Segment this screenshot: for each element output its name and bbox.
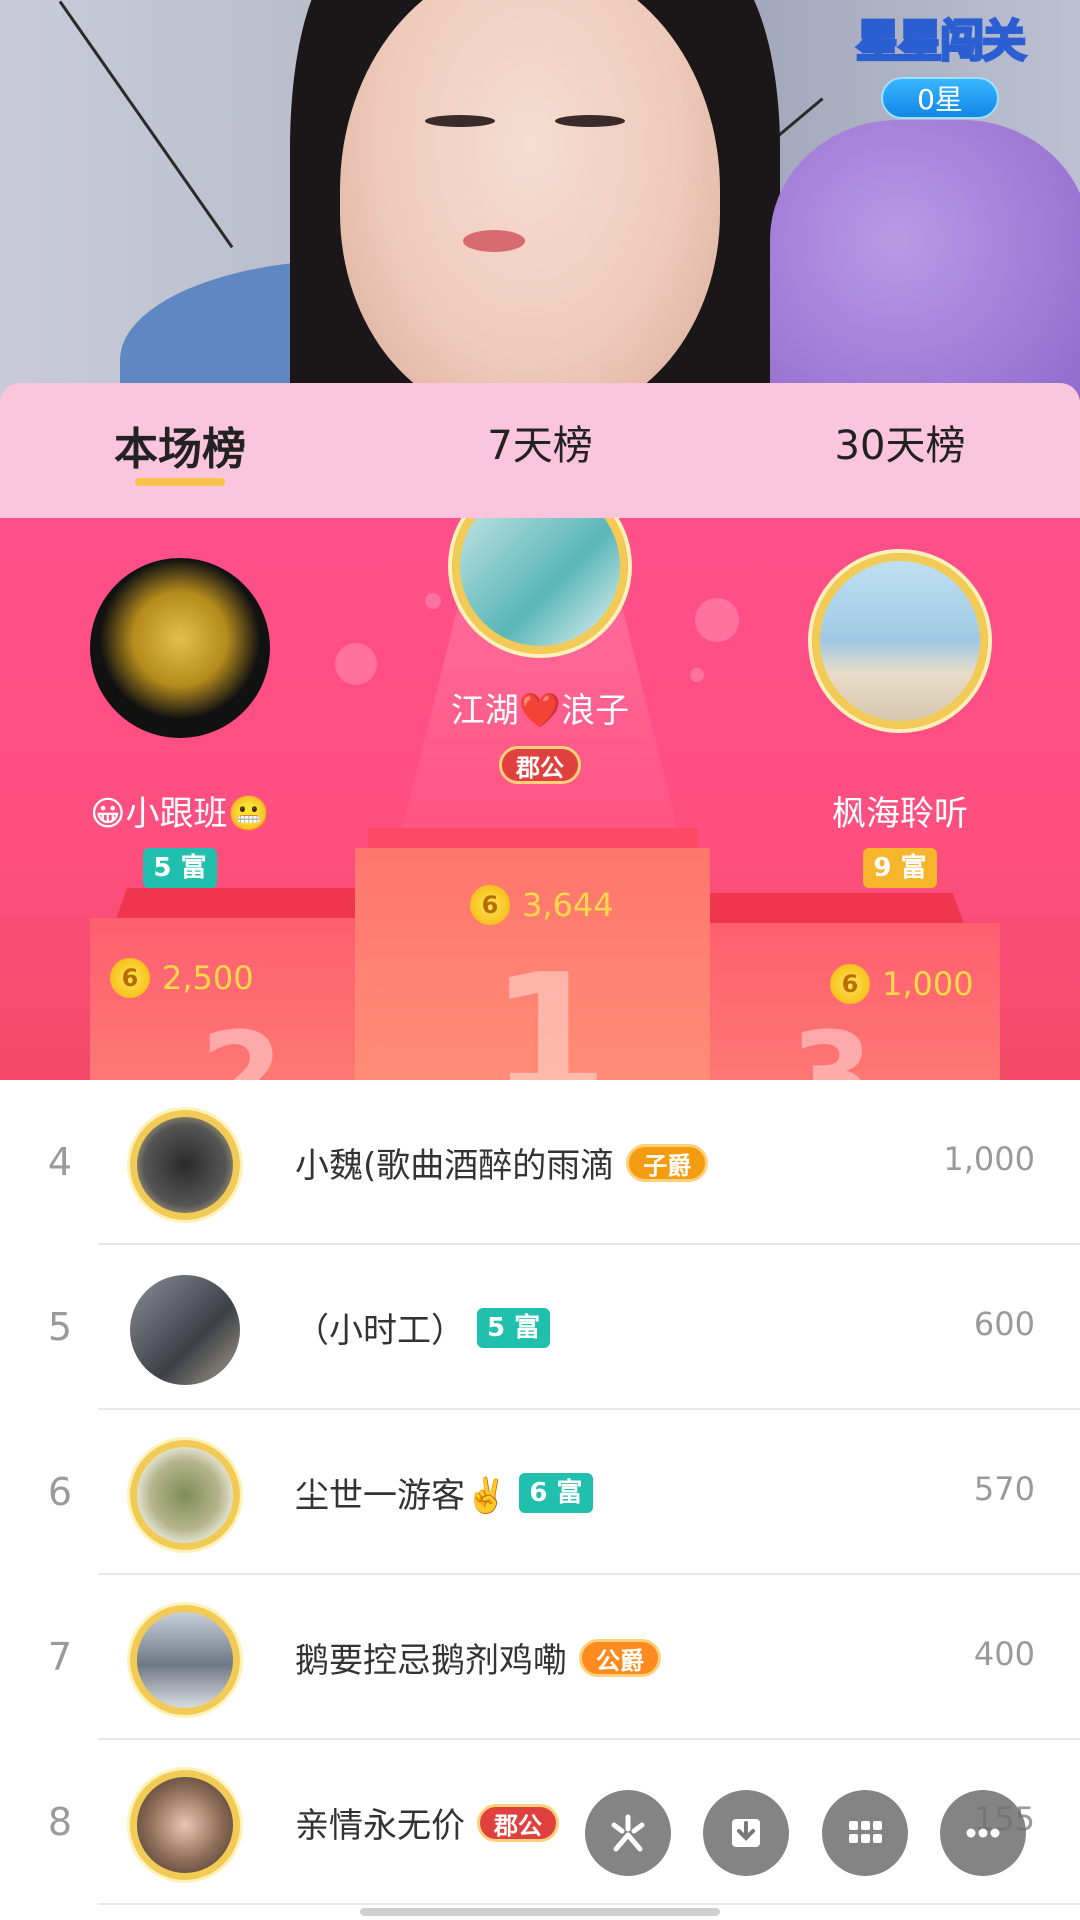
ranking-list[interactable]: 4 小魏(歌曲酒醉的雨滴 子爵 1,000 5 （小时工） 5 富 600 6 … bbox=[0, 1080, 1080, 1920]
list-item[interactable]: 7 鹅要控忌鹅剂鸡嘞 公爵 400 bbox=[0, 1575, 1080, 1740]
user-score: 1,000 bbox=[943, 1140, 1035, 1178]
tab-7-days[interactable]: 7天榜 bbox=[360, 383, 720, 518]
streamer-lips bbox=[463, 230, 525, 252]
noble-badge: 郡公 bbox=[477, 1803, 559, 1842]
wealth-badge: 5 富 bbox=[143, 848, 217, 888]
ranking-tabs: 本场榜 7天榜 30天榜 bbox=[0, 383, 1080, 518]
second-place-score: 6 2,500 bbox=[110, 958, 254, 998]
wealth-badge: 5 富 bbox=[477, 1307, 551, 1348]
bubble-decor bbox=[690, 668, 704, 682]
streamer-face bbox=[340, 0, 720, 400]
coin-icon: 6 bbox=[830, 964, 870, 1004]
second-place-badge-wrap: 5 富 bbox=[40, 848, 320, 888]
user-name-line: 尘世一游客✌️ 6 富 bbox=[295, 1468, 593, 1517]
score-value: 2,500 bbox=[162, 959, 254, 997]
rank-number: 4 bbox=[47, 1140, 73, 1184]
list-item[interactable]: 4 小魏(歌曲酒醉的雨滴 子爵 1,000 bbox=[0, 1080, 1080, 1245]
user-avatar[interactable] bbox=[130, 1605, 240, 1715]
star-count-pill: 0星 bbox=[881, 77, 999, 119]
third-place-badge-wrap: 9 富 bbox=[760, 848, 1040, 888]
noble-badge: 公爵 bbox=[579, 1638, 661, 1677]
tab-this-session[interactable]: 本场榜 bbox=[0, 383, 360, 518]
third-place-score: 6 1,000 bbox=[830, 964, 974, 1004]
third-place-name[interactable]: 枫海聆听 bbox=[760, 786, 1040, 835]
user-avatar[interactable] bbox=[130, 1440, 240, 1550]
star-challenge-widget[interactable]: 星星闯关 0星 bbox=[845, 5, 1035, 119]
list-item[interactable]: 6 尘世一游客✌️ 6 富 570 bbox=[0, 1410, 1080, 1575]
user-avatar[interactable] bbox=[130, 1110, 240, 1220]
user-name: 尘世一游客✌️ bbox=[295, 1476, 508, 1516]
coin-icon: 6 bbox=[470, 885, 510, 925]
star-challenge-title: 星星闯关 bbox=[855, 15, 1028, 69]
user-score: 570 bbox=[973, 1470, 1035, 1508]
user-avatar[interactable] bbox=[130, 1770, 240, 1880]
podium-number-2: 2 bbox=[200, 1008, 284, 1080]
grid-icon[interactable] bbox=[822, 1790, 908, 1876]
user-name-line: 鹅要控忌鹅剂鸡嘞 公爵 bbox=[295, 1633, 661, 1682]
avatar-third-place[interactable] bbox=[812, 553, 988, 729]
podium-number-3: 3 bbox=[790, 1008, 874, 1080]
streamer-eye bbox=[555, 115, 625, 127]
wealth-badge: 6 富 bbox=[519, 1472, 593, 1513]
user-name-line: 亲情永无价 郡公 bbox=[295, 1798, 559, 1847]
bubble-decor bbox=[695, 598, 739, 642]
first-place-badge-wrap: 郡公 bbox=[0, 746, 1080, 784]
user-name: 小魏(歌曲酒醉的雨滴 bbox=[295, 1146, 615, 1186]
tab-label: 本场榜 bbox=[114, 424, 246, 475]
active-tab-indicator bbox=[135, 478, 225, 486]
purple-dress-decor bbox=[770, 120, 1080, 400]
noble-badge: 子爵 bbox=[626, 1143, 709, 1182]
list-item[interactable]: 8 亲情永无价 郡公 155 bbox=[0, 1740, 1080, 1905]
first-place-score: 6 3,644 bbox=[470, 885, 614, 925]
user-score: 600 bbox=[973, 1305, 1035, 1343]
score-value: 3,644 bbox=[522, 886, 614, 924]
live-video-area: 星星闯关 0星 bbox=[0, 0, 1080, 400]
noble-badge: 郡公 bbox=[499, 746, 581, 784]
more-icon[interactable] bbox=[940, 1790, 1026, 1876]
score-value: 1,000 bbox=[882, 965, 974, 1003]
user-name-line: 小魏(歌曲酒醉的雨滴 子爵 bbox=[295, 1138, 709, 1187]
list-item[interactable]: 5 （小时工） 5 富 600 bbox=[0, 1245, 1080, 1410]
bubble-decor bbox=[335, 643, 377, 685]
tab-label: 30天榜 bbox=[834, 423, 966, 469]
home-indicator bbox=[360, 1908, 720, 1916]
avatar-second-place[interactable] bbox=[90, 558, 270, 738]
rank-number: 8 bbox=[47, 1800, 73, 1844]
user-name: 鹅要控忌鹅剂鸡嘞 bbox=[295, 1641, 567, 1681]
decor-light-string bbox=[58, 0, 234, 249]
podium-number-1: 1 bbox=[490, 938, 609, 1080]
user-score: 400 bbox=[973, 1635, 1035, 1673]
top-three-podium: 1 2 3 江湖❤️浪子 郡公 6 3,644 😀小跟班😬 5 富 6 2,50… bbox=[0, 518, 1080, 1080]
rank-number: 5 bbox=[47, 1305, 73, 1349]
rank-number: 6 bbox=[47, 1470, 73, 1514]
user-name-line: （小时工） 5 富 bbox=[295, 1303, 551, 1352]
user-avatar[interactable] bbox=[130, 1275, 240, 1385]
download-icon[interactable] bbox=[703, 1790, 789, 1876]
second-place-name[interactable]: 😀小跟班😬 bbox=[40, 786, 320, 835]
wealth-badge: 9 富 bbox=[863, 848, 937, 888]
bubble-decor bbox=[425, 593, 441, 609]
tab-30-days[interactable]: 30天榜 bbox=[720, 383, 1080, 518]
row-divider bbox=[98, 1903, 1080, 1905]
tab-label: 7天榜 bbox=[487, 423, 593, 469]
rank-number: 7 bbox=[47, 1635, 73, 1679]
streamer-eye bbox=[425, 115, 495, 127]
user-name: 亲情永无价 bbox=[295, 1806, 465, 1846]
user-name: （小时工） bbox=[295, 1311, 465, 1351]
sparkle-icon[interactable] bbox=[585, 1790, 671, 1876]
coin-icon: 6 bbox=[110, 958, 150, 998]
